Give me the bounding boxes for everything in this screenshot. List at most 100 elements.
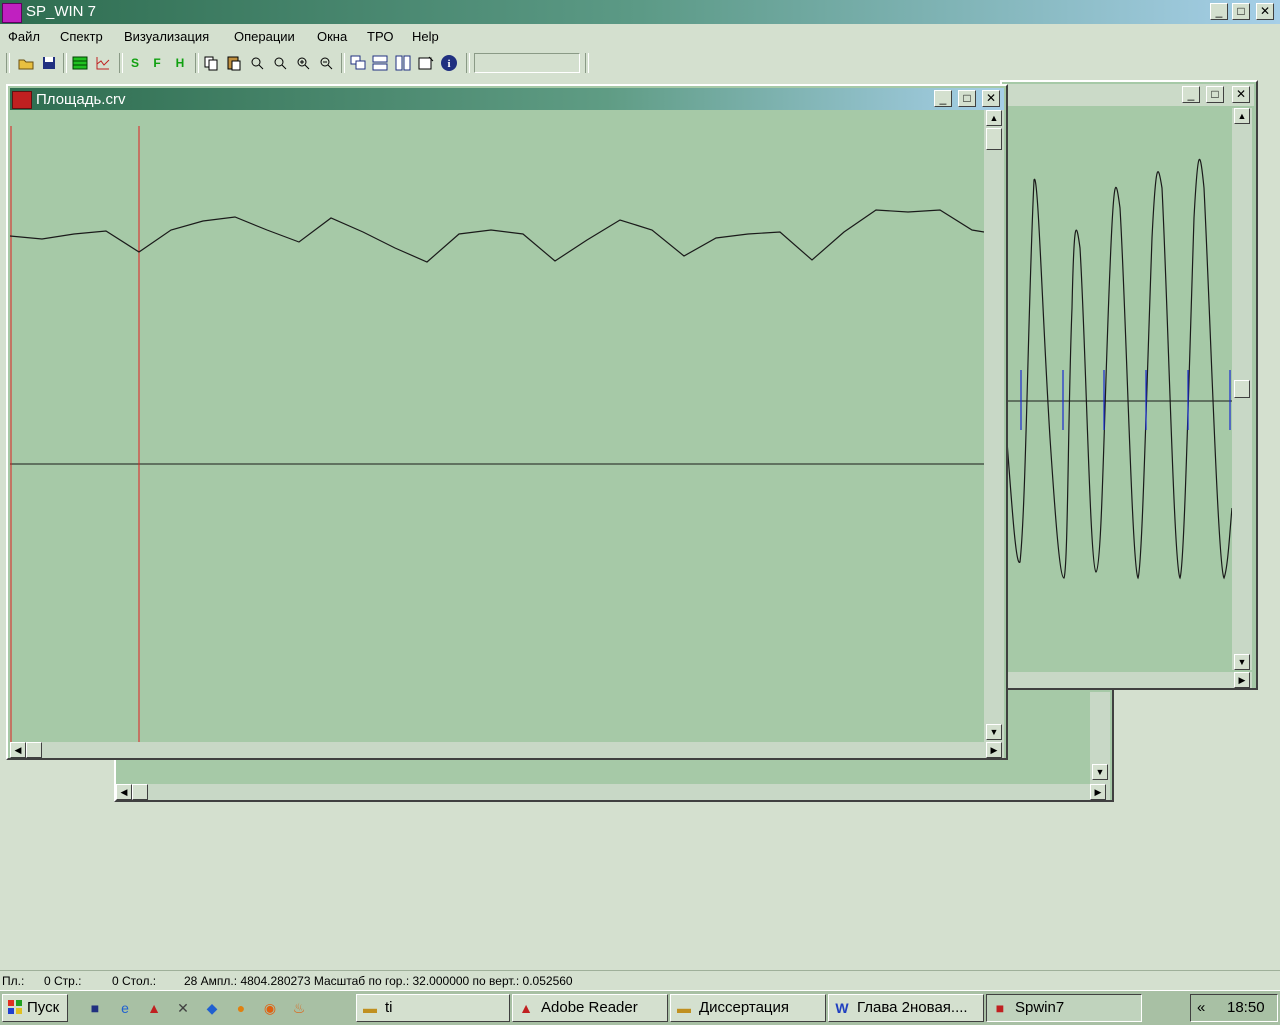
zoom-in-icon[interactable] bbox=[294, 54, 312, 72]
windows-logo-icon bbox=[7, 999, 23, 1015]
toolbar-separator bbox=[466, 53, 470, 73]
quicklaunch-burn-icon[interactable]: ♨ bbox=[288, 997, 310, 1019]
quicklaunch-firefox-icon[interactable]: ◉ bbox=[259, 997, 281, 1019]
close-button[interactable]: ✕ bbox=[1232, 86, 1250, 103]
properties-icon[interactable] bbox=[417, 54, 435, 72]
copy-icon[interactable] bbox=[202, 54, 220, 72]
tray-expand-chevron[interactable]: « bbox=[1197, 999, 1205, 1016]
task-adobe-reader[interactable]: ▲ Adobe Reader bbox=[512, 994, 668, 1022]
open-folder-icon[interactable] bbox=[17, 54, 35, 72]
word-icon: W bbox=[835, 1000, 849, 1016]
scroll-down-arrow[interactable]: ▼ bbox=[1092, 764, 1108, 780]
close-button[interactable]: ✕ bbox=[982, 90, 1000, 107]
menu-bar: Файл Спектр Визуализация Операции Окна Т… bbox=[0, 24, 1280, 48]
quicklaunch-save-icon[interactable]: ■ bbox=[84, 997, 106, 1019]
minimize-button[interactable]: _ bbox=[1182, 86, 1200, 103]
scroll-right-arrow[interactable]: ▶ bbox=[1090, 784, 1106, 800]
area-window[interactable]: Площадь.crv _ □ ✕ ▲ ▼ ◀ ▶ bbox=[6, 84, 1008, 760]
area-plot[interactable] bbox=[10, 110, 984, 742]
scroll-up-arrow[interactable]: ▲ bbox=[986, 110, 1002, 126]
signal-curve bbox=[1006, 158, 1232, 580]
quicklaunch-media-icon[interactable]: ● bbox=[230, 997, 252, 1019]
signal-window-hscroll[interactable]: ▶ bbox=[1006, 672, 1252, 688]
maximize-button[interactable]: □ bbox=[1206, 86, 1224, 103]
folder-icon: ▬ bbox=[677, 1000, 691, 1016]
h-icon[interactable]: H bbox=[171, 54, 189, 72]
paste-icon[interactable] bbox=[225, 54, 243, 72]
signal-window-vscroll[interactable]: ▲ ▼ bbox=[1232, 108, 1252, 670]
toolbar-separator bbox=[195, 53, 199, 73]
area-curve bbox=[10, 209, 984, 263]
acrobat-icon: ▲ bbox=[519, 1000, 533, 1016]
menu-spectrum[interactable]: Спектр bbox=[60, 29, 103, 44]
zoom-out-icon[interactable] bbox=[317, 54, 335, 72]
toolbar-separator bbox=[6, 53, 10, 73]
document-icon bbox=[12, 91, 32, 109]
toolbar-separator bbox=[119, 53, 123, 73]
area-window-vscroll[interactable]: ▲ ▼ bbox=[984, 110, 1004, 742]
save-icon[interactable] bbox=[40, 54, 58, 72]
scroll-right-arrow[interactable]: ▶ bbox=[986, 742, 1002, 758]
folder-icon: ▬ bbox=[363, 1000, 377, 1016]
quicklaunch-ie-icon[interactable]: e bbox=[114, 997, 136, 1019]
task-ti[interactable]: ▬ ti bbox=[356, 994, 510, 1022]
menu-windows[interactable]: Окна bbox=[317, 29, 347, 44]
task-chapter2[interactable]: W Глава 2новая.... bbox=[828, 994, 984, 1022]
scroll-thumb[interactable] bbox=[986, 128, 1002, 150]
quicklaunch-acrobat-icon[interactable]: ▲ bbox=[143, 997, 165, 1019]
cascade-icon[interactable] bbox=[349, 54, 367, 72]
status-str: 0 Стр.: bbox=[44, 974, 82, 988]
tile-v-icon[interactable] bbox=[394, 54, 412, 72]
task-label: Диссертация bbox=[699, 999, 790, 1016]
back-window-vscroll[interactable]: ▼ bbox=[1090, 692, 1110, 784]
scroll-down-arrow[interactable]: ▼ bbox=[1234, 654, 1250, 670]
close-button[interactable]: ✕ bbox=[1256, 3, 1274, 20]
scroll-left-arrow[interactable]: ◀ bbox=[10, 742, 26, 758]
app-icon[interactable] bbox=[2, 3, 22, 23]
task-dissertation[interactable]: ▬ Диссертация bbox=[670, 994, 826, 1022]
task-label: ti bbox=[385, 999, 393, 1016]
menu-file[interactable]: Файл bbox=[8, 29, 40, 44]
toolbar-field[interactable] bbox=[474, 53, 580, 73]
toolbar-separator bbox=[63, 53, 67, 73]
back-window-hscroll[interactable]: ◀ ▶ bbox=[116, 784, 1110, 800]
scroll-right-arrow[interactable]: ▶ bbox=[1234, 672, 1250, 688]
menu-tro[interactable]: ТРО bbox=[367, 29, 393, 44]
zoom-x-icon[interactable] bbox=[248, 54, 266, 72]
f-icon[interactable]: F bbox=[148, 54, 166, 72]
menu-help[interactable]: Help bbox=[412, 29, 439, 44]
quicklaunch-tools-icon[interactable]: ✕ bbox=[172, 997, 194, 1019]
app-titlebar: SP_WIN 7 _ □ ✕ bbox=[0, 0, 1280, 24]
signal-window[interactable]: _ □ ✕ ▲ ▼ ▶ bbox=[1000, 80, 1258, 690]
scroll-down-arrow[interactable]: ▼ bbox=[986, 724, 1002, 740]
minimize-button[interactable]: _ bbox=[934, 90, 952, 107]
restore-button[interactable]: □ bbox=[1232, 3, 1250, 20]
clock[interactable]: 18:50 bbox=[1227, 999, 1265, 1016]
info-icon[interactable]: i bbox=[440, 54, 458, 72]
area-window-titlebar[interactable]: Площадь.crv _ □ ✕ bbox=[10, 88, 1004, 110]
scroll-up-arrow[interactable]: ▲ bbox=[1234, 108, 1250, 124]
start-button[interactable]: Пуск bbox=[2, 994, 68, 1022]
scroll-thumb[interactable] bbox=[132, 784, 148, 800]
mdi-workspace: ▼ ◀ ▶ _ □ ✕ ▲ ▼ ▶ Площадь.crv _ □ ✕ ▲ ▼ … bbox=[0, 78, 1280, 970]
menu-operations[interactable]: Операции bbox=[234, 29, 295, 44]
task-spwin7[interactable]: ■ Spwin7 bbox=[986, 994, 1142, 1022]
grid-icon[interactable] bbox=[71, 54, 89, 72]
area-window-hscroll[interactable]: ◀ ▶ bbox=[10, 742, 1004, 758]
scroll-left-arrow[interactable]: ◀ bbox=[116, 784, 132, 800]
minimize-button[interactable]: _ bbox=[1210, 3, 1228, 20]
status-values: 28 Ампл.: 4804.280273 Масштаб по гор.: 3… bbox=[184, 974, 573, 988]
maximize-button[interactable]: □ bbox=[958, 90, 976, 107]
signal-window-titlebar[interactable]: _ □ ✕ bbox=[1004, 84, 1254, 106]
signal-plot[interactable] bbox=[1006, 108, 1232, 670]
quicklaunch-app-icon[interactable]: ◆ bbox=[201, 997, 223, 1019]
tile-h-icon[interactable] bbox=[371, 54, 389, 72]
scroll-thumb[interactable] bbox=[1234, 380, 1250, 398]
task-label: Глава 2новая.... bbox=[857, 999, 968, 1016]
spwin-icon: ■ bbox=[995, 1000, 1005, 1016]
spectrum-icon[interactable] bbox=[94, 54, 112, 72]
scroll-thumb[interactable] bbox=[26, 742, 42, 758]
menu-visualization[interactable]: Визуализация bbox=[124, 29, 209, 44]
zoom-y-icon[interactable] bbox=[271, 54, 289, 72]
s-icon[interactable]: S bbox=[126, 54, 144, 72]
